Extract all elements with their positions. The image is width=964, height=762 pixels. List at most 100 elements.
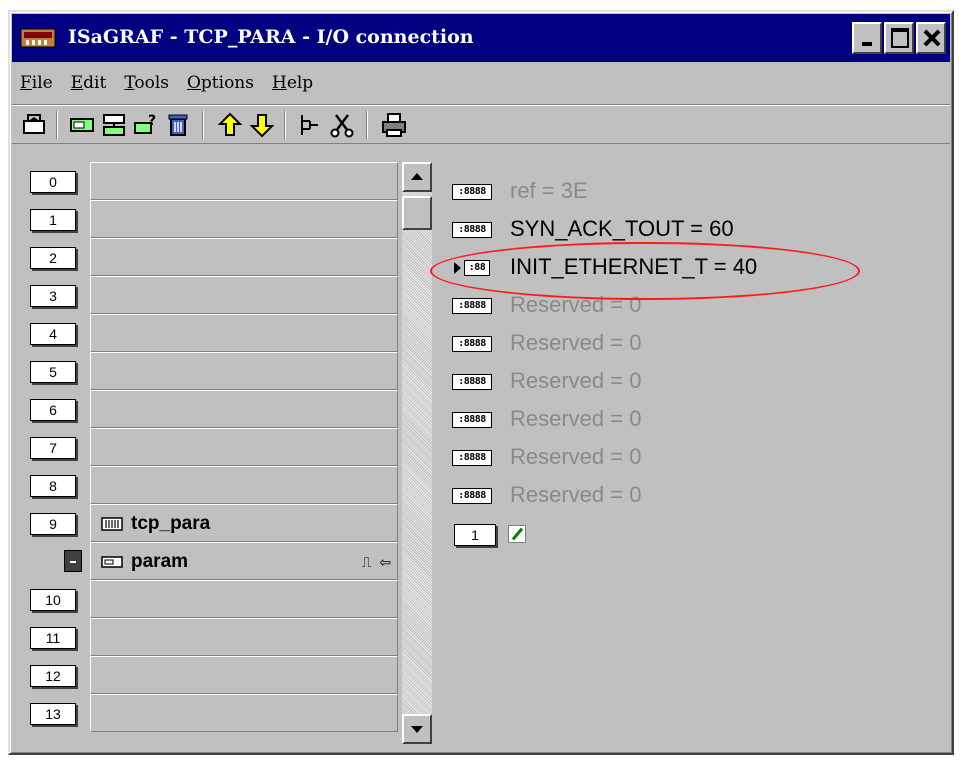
slot-row[interactable]: 1 (20, 200, 398, 238)
toolbar-separator (56, 111, 58, 139)
slot-cell[interactable] (90, 162, 398, 200)
parameter-icon: :8888 (452, 336, 492, 352)
menu-options-label: ptions (200, 73, 254, 93)
slot-number[interactable]: 2 (30, 247, 76, 269)
move-down-icon[interactable] (248, 111, 276, 139)
maximize-button[interactable] (884, 22, 914, 54)
complex-board-icon (101, 517, 123, 531)
board-param-icon[interactable]: ? (132, 111, 160, 139)
slot-cell[interactable] (90, 238, 398, 276)
slot-row-param[interactable]: param ⎍ ⇦ (20, 542, 398, 580)
channel-label: Reserved = 0 (510, 406, 642, 431)
channel-label: ref = 3E (510, 178, 588, 203)
isagraf-app-icon[interactable] (20, 26, 56, 50)
board-icon[interactable] (20, 111, 48, 139)
slot-row[interactable]: 13 (20, 694, 398, 732)
menu-help-label: elp (286, 73, 314, 93)
scroll-thumb[interactable] (402, 196, 432, 230)
app-window: ISaGRAF - TCP_PARA - I/O connection File… (8, 10, 954, 755)
slot-row[interactable]: 5 (20, 352, 398, 390)
slot-cell[interactable]: tcp_para (90, 504, 398, 542)
menu-bar: File Edit Tools Options Help (12, 66, 950, 100)
slot-row[interactable]: 7 (20, 428, 398, 466)
slot-cell[interactable] (90, 694, 398, 732)
slot-number[interactable]: 12 (30, 665, 76, 687)
slot-number[interactable]: 13 (30, 703, 76, 725)
slot-cell[interactable] (90, 352, 398, 390)
slot-number[interactable]: 10 (30, 589, 76, 611)
channel-label: Reserved = 0 (510, 444, 642, 469)
connect-icon[interactable] (296, 111, 324, 139)
cut-icon[interactable] (328, 111, 356, 139)
menu-tools[interactable]: Tools (124, 73, 169, 93)
menu-file[interactable]: File (20, 73, 53, 93)
slot-row[interactable]: 3 (20, 276, 398, 314)
slot-row[interactable]: 10 (20, 580, 398, 618)
channel-label: Reserved = 0 (510, 482, 642, 507)
parameter-icon: :8888 (452, 184, 492, 200)
close-button[interactable] (916, 22, 946, 54)
scroll-up-button[interactable] (402, 162, 432, 192)
menu-edit[interactable]: Edit (71, 73, 107, 93)
slot-cell[interactable] (90, 314, 398, 352)
parameter-icon: :8888 (452, 374, 492, 390)
slot-number[interactable]: 3 (30, 285, 76, 307)
channel-label: Reserved = 0 (510, 368, 642, 393)
menu-help[interactable]: Help (272, 73, 313, 93)
slot-cell[interactable]: param ⎍ ⇦ (90, 542, 398, 580)
menu-edit-accel: E (70, 73, 84, 93)
print-icon[interactable] (380, 111, 408, 139)
toolbar-separator (202, 111, 204, 139)
menu-tools-label: ools (134, 73, 169, 93)
slot-cell[interactable] (90, 428, 398, 466)
slot-row[interactable]: 12 (20, 656, 398, 694)
collapse-button[interactable] (64, 550, 82, 572)
slot-cell[interactable] (90, 390, 398, 428)
parameter-icon: :8888 (452, 298, 492, 314)
title-bar[interactable]: ISaGRAF - TCP_PARA - I/O connection (12, 14, 950, 62)
slot-cell[interactable] (90, 200, 398, 238)
toolbar-separator (284, 111, 286, 139)
menu-file-accel: F (20, 73, 32, 93)
slot-row[interactable]: 0 (20, 162, 398, 200)
slot-row[interactable]: 2 (20, 238, 398, 276)
variable-icon[interactable] (68, 111, 96, 139)
toolbar: ? (12, 104, 950, 144)
parameter-icon: :8888 (452, 412, 492, 428)
channel-page-number[interactable]: 1 (454, 524, 496, 546)
slot-row-tcp-para[interactable]: 9 tcp_para (20, 504, 398, 542)
parameter-icon: :8888 (452, 222, 492, 238)
scroll-down-button[interactable] (402, 714, 432, 744)
slot-number[interactable]: 1 (30, 209, 76, 231)
slot-number[interactable]: 9 (30, 513, 76, 535)
slot-number[interactable]: 11 (30, 627, 76, 649)
menu-options[interactable]: Options (187, 73, 254, 93)
set-parameters-icon[interactable] (100, 111, 128, 139)
slot-row[interactable]: 6 (20, 390, 398, 428)
channel-label: SYN_ACK_TOUT = 60 (510, 216, 734, 241)
slot-number[interactable]: 5 (30, 361, 76, 383)
slot-number[interactable]: 4 (30, 323, 76, 345)
move-up-icon[interactable] (216, 111, 244, 139)
edit-pencil-icon[interactable] (508, 525, 526, 543)
slot-list-scrollbar[interactable] (402, 162, 432, 744)
slot-number[interactable]: 8 (30, 475, 76, 497)
board-name: param (131, 551, 189, 572)
menu-file-label: ile (31, 73, 53, 93)
minimize-button[interactable] (852, 22, 882, 54)
parameter-icon: :8888 (452, 450, 492, 466)
menu-help-accel: H (271, 73, 287, 93)
slot-row[interactable]: 8 (20, 466, 398, 504)
slot-number[interactable]: 0 (30, 171, 76, 193)
slot-number[interactable]: 6 (30, 399, 76, 421)
menu-tools-accel: T (124, 73, 135, 93)
slot-cell[interactable] (90, 656, 398, 694)
slot-cell[interactable] (90, 618, 398, 656)
slot-cell[interactable] (90, 276, 398, 314)
slot-row[interactable]: 11 (20, 618, 398, 656)
delete-icon[interactable] (164, 111, 192, 139)
slot-cell[interactable] (90, 466, 398, 504)
slot-row[interactable]: 4 (20, 314, 398, 352)
slot-cell[interactable] (90, 580, 398, 618)
slot-number[interactable]: 7 (30, 437, 76, 459)
